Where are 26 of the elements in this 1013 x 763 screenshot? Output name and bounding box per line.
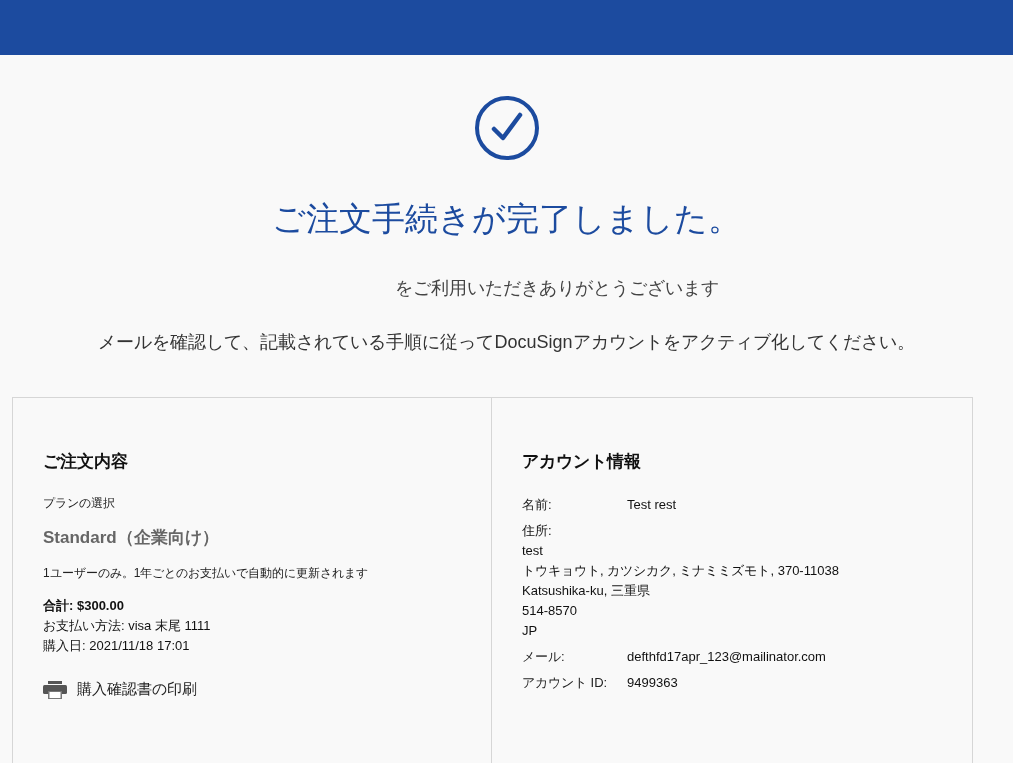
check-circle-icon bbox=[473, 95, 540, 161]
address-line: test bbox=[522, 542, 543, 560]
purchase-date: 購入日: 2021/11/18 17:01 bbox=[43, 637, 190, 655]
account-id-value: 9499363 bbox=[627, 674, 678, 692]
instruction-text: メールを確認して、記載されている手順に従ってDocuSignアカウントをアクティブ化してください。 bbox=[98, 331, 915, 354]
payment-method: お支払い方法: visa 末尾 1111 bbox=[43, 617, 211, 635]
plan-note: 1ユーザーのみ。1年ごとのお支払いで自動的に更新されます bbox=[43, 565, 369, 582]
account-heading: アカウント情報 bbox=[522, 451, 641, 473]
order-heading: ご注文内容 bbox=[43, 451, 128, 473]
address-line: 514-8570 bbox=[522, 602, 577, 620]
address-line: JP bbox=[522, 622, 538, 640]
print-link[interactable]: 購入確認書の印刷 bbox=[43, 680, 197, 699]
page-title: ご注文手続きが完了しました。 bbox=[272, 199, 741, 239]
thanks-text: をご利用いただきありがとうございます bbox=[393, 277, 719, 300]
account-id-label: アカウント ID: bbox=[522, 674, 609, 692]
name-label: 名前: bbox=[522, 496, 553, 514]
address-line: Katsushika-ku, 三重県 bbox=[522, 582, 650, 600]
name-value: Test rest bbox=[627, 496, 677, 514]
email-label: メール: bbox=[522, 648, 566, 666]
address-label: 住所: bbox=[522, 522, 552, 540]
address-line: トウキョウト, カツシカク, ミナミミズモト, 370-11038 bbox=[522, 562, 839, 580]
email-value: defthfd17apr_123@mailinator.com bbox=[627, 648, 826, 666]
plan-name: Standard（企業向け） bbox=[43, 527, 219, 549]
printer-icon bbox=[43, 680, 67, 699]
order-total: 合計: $300.00 bbox=[43, 597, 124, 615]
plan-label: プランの選択 bbox=[43, 495, 115, 512]
